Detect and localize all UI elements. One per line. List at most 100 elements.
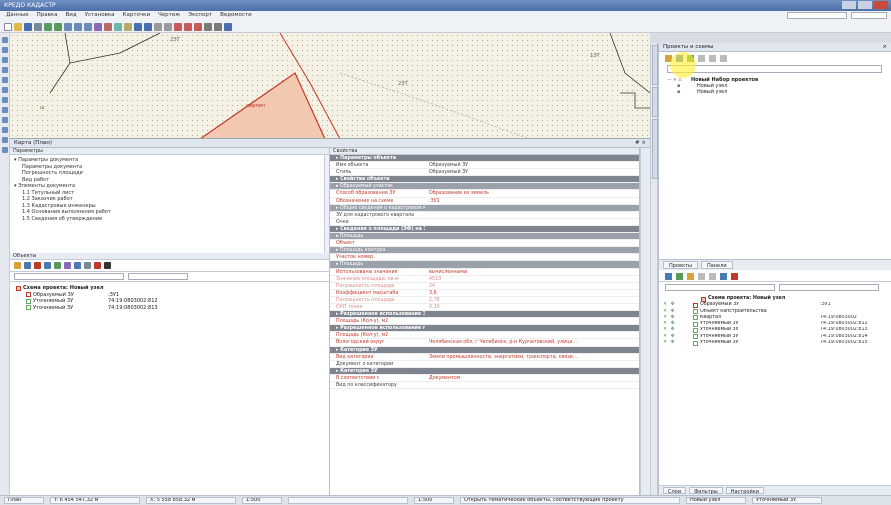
menu-item-data[interactable]: Данные — [6, 12, 29, 20]
property-row[interactable]: Вид категории Земли промышленности, энерг… — [330, 354, 639, 361]
property-row[interactable]: Площадь (Кол-у), м2 — [330, 318, 639, 326]
layers-filter-input[interactable] — [779, 284, 879, 291]
layer-add-icon[interactable] — [665, 273, 672, 280]
property-row[interactable]: ▸ Образуемый участок — [330, 183, 639, 191]
doc-item[interactable]: 1.5 Сведения об утверждении — [14, 216, 325, 223]
text-icon[interactable] — [204, 23, 212, 31]
maximize-button[interactable] — [858, 1, 872, 9]
layer-filter-icon[interactable] — [698, 273, 705, 280]
tool-icon-4[interactable] — [2, 67, 8, 73]
property-row[interactable]: Документ о категории — [330, 361, 639, 368]
menu-item-view[interactable]: Вид — [66, 12, 77, 20]
tool-icon-6[interactable] — [2, 87, 8, 93]
redo-icon[interactable] — [54, 23, 62, 31]
property-row[interactable]: ▸ Категория ЗУ — [330, 346, 639, 354]
property-row[interactable]: ▸ Разрешенное использование по закону ЗУ — [330, 325, 639, 333]
tab-projects[interactable]: Проекты — [663, 261, 698, 269]
properties-scrollbar[interactable] — [640, 148, 650, 495]
property-row[interactable]: ▸ Категория ЗУ — [330, 367, 639, 375]
map-view[interactable]: 2ЭТ кирпич 2ЭТ ш 1ЭТ — [10, 33, 650, 139]
tool-icon-2[interactable] — [2, 47, 8, 53]
arrow-right-icon[interactable] — [144, 23, 152, 31]
menu-item-edit[interactable]: Правка — [37, 12, 58, 20]
property-row[interactable]: Объект — [330, 240, 639, 248]
property-row[interactable]: ▸ Разрешенное использование ЗУ — [330, 311, 639, 319]
doc-scrollbar[interactable] — [324, 155, 329, 253]
tab-layers[interactable]: Слои — [663, 487, 686, 495]
property-row[interactable]: ▸ Общие сведения о кадастровом квартале — [330, 204, 639, 212]
menu-item-reports[interactable]: Ведомости — [220, 12, 252, 20]
zoom-out-icon[interactable] — [74, 23, 82, 31]
property-row[interactable]: Площадь (Кол-у), м2 — [330, 332, 639, 340]
measure-icon[interactable] — [114, 23, 122, 31]
copy-object-icon[interactable] — [44, 262, 51, 269]
property-row[interactable]: Очки — [330, 219, 639, 226]
tool-icon-3[interactable] — [2, 57, 8, 63]
tool-icon-11[interactable] — [2, 137, 8, 143]
property-row[interactable]: Участок номер — [330, 254, 639, 262]
property-row[interactable]: Использованы значения вычисленными — [330, 269, 639, 276]
tab-settings[interactable]: Настройки — [725, 487, 764, 495]
delete-icon[interactable] — [720, 55, 727, 62]
property-row[interactable]: ЗУ для кадастрового квартала — [330, 212, 639, 219]
tool-icon-10[interactable] — [2, 127, 8, 133]
panel-close-button[interactable]: # × — [635, 140, 646, 146]
property-row[interactable]: Коэффициент масштаба 3,6 — [330, 290, 639, 297]
property-row[interactable]: Погрешность площади 2,78 — [330, 297, 639, 304]
property-row[interactable]: Значение площади, кв.м 4513 — [330, 276, 639, 283]
print-object-icon[interactable] — [104, 262, 111, 269]
paste-icon[interactable] — [709, 55, 716, 62]
polygon-icon[interactable] — [194, 23, 202, 31]
property-row[interactable]: Вид по классификатору — [330, 382, 639, 390]
line-icon[interactable] — [184, 23, 192, 31]
grid-icon[interactable] — [164, 23, 172, 31]
property-row[interactable]: Стиль Образуемый ЗУ — [330, 169, 639, 177]
snap-icon[interactable] — [154, 23, 162, 31]
add-object-icon[interactable] — [14, 262, 21, 269]
edit-object-icon[interactable] — [24, 262, 31, 269]
sort-icon[interactable] — [64, 262, 71, 269]
objects-filter-input[interactable] — [128, 273, 188, 280]
list-item[interactable]: Уточняемый ЗУ 74:19:0803002:813 — [16, 305, 323, 312]
layers-search-input[interactable] — [665, 284, 775, 291]
close-button[interactable] — [874, 1, 888, 9]
menu-item-setup[interactable]: Установка — [85, 12, 115, 20]
menu-item-drawing[interactable]: Чертеж — [158, 12, 180, 20]
property-row[interactable]: Обозначение на схеме:ЗУ1 — [330, 198, 639, 205]
property-row[interactable]: В соответствии с Документом — [330, 375, 639, 382]
open-icon[interactable] — [14, 23, 22, 31]
layer-controls[interactable]: ✕ ✥ — [663, 340, 693, 346]
layer-visible-icon[interactable] — [676, 273, 683, 280]
workspace-select-2[interactable] — [851, 12, 887, 19]
layer-table-icon[interactable] — [720, 273, 727, 280]
menu-item-cards[interactable]: Карточки — [123, 12, 150, 20]
filter-icon[interactable] — [54, 262, 61, 269]
side-tab-properties[interactable] — [651, 87, 658, 117]
side-tab-projects[interactable] — [651, 45, 658, 85]
layers-icon[interactable] — [124, 23, 132, 31]
property-row[interactable]: ▸ Свойства объекта — [330, 176, 639, 184]
select-icon[interactable] — [104, 23, 112, 31]
property-row[interactable]: Способ образования ЗУ Образование из земе… — [330, 190, 639, 198]
workspace-select[interactable] — [787, 12, 847, 19]
zoom-extent-icon[interactable] — [84, 23, 92, 31]
arrow-left-icon[interactable] — [134, 23, 142, 31]
minimize-button[interactable] — [842, 1, 856, 9]
pan-icon[interactable] — [94, 23, 102, 31]
tool-icon-9[interactable] — [2, 117, 8, 123]
print-icon[interactable] — [34, 23, 42, 31]
side-tab-layers[interactable] — [651, 119, 658, 179]
property-row[interactable]: ▸ Сведения о площади (ЭФ) на ЗУ — [330, 225, 639, 234]
property-row[interactable]: ▸ Площадь контура — [330, 247, 639, 255]
point-icon[interactable] — [174, 23, 182, 31]
layer-flag-icon[interactable] — [731, 273, 738, 280]
tool-icon-1[interactable] — [2, 37, 8, 43]
table-icon[interactable] — [74, 262, 81, 269]
tab-panels[interactable]: Панели — [700, 261, 733, 269]
project-node[interactable]: ▪ Новый узел — [667, 89, 883, 95]
delete-object-icon[interactable] — [34, 262, 41, 269]
projects-close-button[interactable]: × — [882, 44, 887, 50]
tool-icon-8[interactable] — [2, 107, 8, 113]
copy-icon[interactable] — [698, 55, 705, 62]
layer-edit-icon[interactable] — [687, 273, 694, 280]
